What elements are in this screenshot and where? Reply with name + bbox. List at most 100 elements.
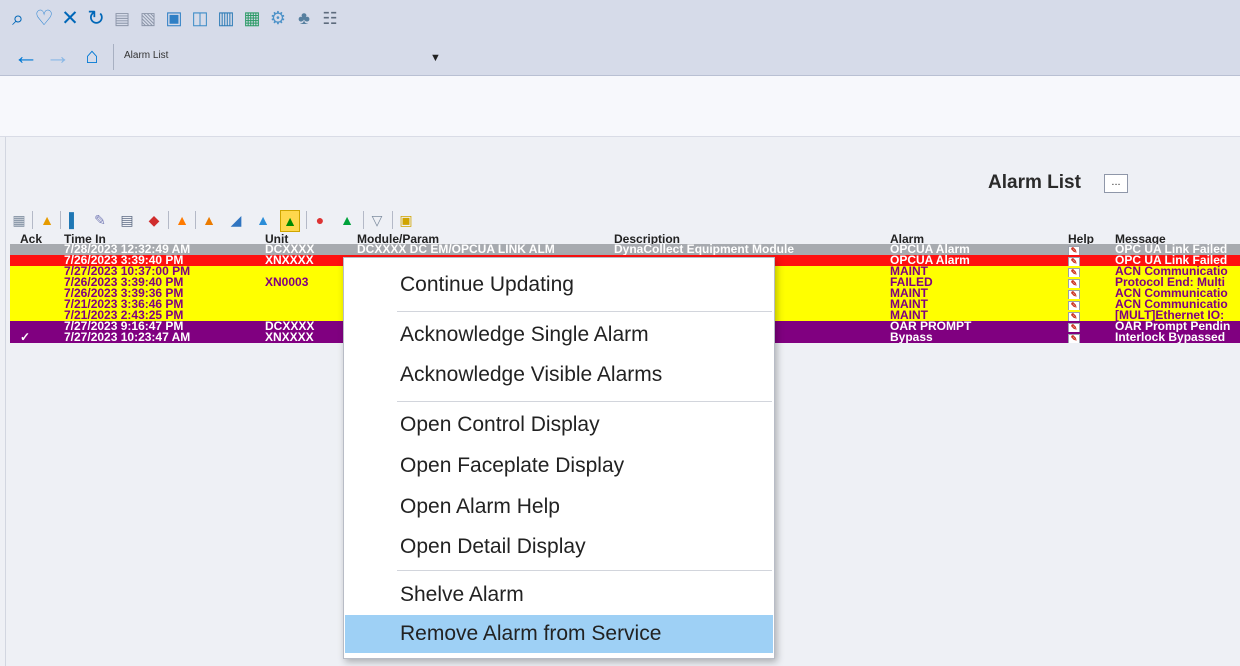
time-cell: 7/21/2023 3:36:46 PM: [64, 299, 184, 310]
ack-cell: [20, 321, 45, 332]
unit-cell: XNXXXX: [265, 332, 314, 343]
module-cell: DCXXXX DC EM/OPCUA LINK ALM: [357, 244, 555, 255]
time-cell: 7/28/2023 12:32:49 AM: [64, 244, 191, 255]
ack-cell: [20, 310, 45, 321]
navigation-dropdown-arrow[interactable]: ▼: [430, 52, 441, 64]
unit-cell: [265, 310, 345, 321]
ack-checkmark-icon: ✓: [20, 332, 31, 343]
edit-icon[interactable]: ✎: [91, 210, 109, 230]
time-cell: 7/27/2023 10:23:47 AM: [64, 332, 191, 343]
alarm-pair-icon[interactable]: ◆: [145, 210, 163, 230]
help-icon[interactable]: ✎: [1068, 321, 1113, 332]
alarm-cell: MAINT: [890, 266, 928, 277]
heartbeat-icon[interactable]: ♡: [31, 5, 57, 31]
ack-cell: [20, 255, 45, 266]
alarm-multicolor-icon[interactable]: ●: [311, 210, 329, 230]
chart-icon[interactable]: ▧: [135, 5, 161, 31]
description-cell: DynaCollect Equipment Module: [614, 244, 795, 255]
menu-acknowledge-single-alarm[interactable]: Acknowledge Single Alarm: [345, 316, 773, 354]
bars-icon[interactable]: ▌: [65, 210, 83, 230]
message-cell: OAR Prompt Pendin: [1115, 321, 1231, 332]
alarm-cell: OPCUA Alarm: [890, 244, 970, 255]
help-icon[interactable]: ✎: [1068, 310, 1113, 321]
unit-cell: [265, 266, 345, 277]
help-icon[interactable]: ✎: [1068, 277, 1113, 288]
unit-cell: DCXXXX: [265, 244, 315, 255]
alarm-cell: Bypass: [890, 332, 933, 343]
time-cell: 7/26/2023 3:39:40 PM: [64, 255, 184, 266]
help-icon[interactable]: ✎: [1068, 266, 1113, 277]
menu-remove-alarm-from-service[interactable]: Remove Alarm from Service: [345, 615, 773, 653]
bell-icon[interactable]: ▲: [38, 210, 56, 230]
alarm-cell: FAILED: [890, 277, 933, 288]
list-icon[interactable]: ▦: [239, 5, 265, 31]
help-icon[interactable]: ✎: [1068, 255, 1113, 266]
time-cell: 7/26/2023 3:39:36 PM: [64, 288, 184, 299]
alarm-red-icon[interactable]: ▲: [200, 210, 218, 230]
grid-icon[interactable]: ▦: [10, 210, 28, 230]
ack-cell: [20, 277, 45, 288]
message-cell: Interlock Bypassed: [1115, 332, 1226, 343]
menu-acknowledge-visible-alarms[interactable]: Acknowledge Visible Alarms: [345, 356, 773, 394]
message-cell: ACN Communicatio: [1115, 288, 1228, 299]
ack-cell: [20, 288, 45, 299]
alarm-blue-icon[interactable]: ◢: [227, 210, 245, 230]
time-cell: 7/26/2023 3:39:40 PM: [64, 277, 184, 288]
network-icon[interactable]: ◫: [187, 5, 213, 31]
tools-icon[interactable]: ✕: [57, 5, 83, 31]
navigation-title: Alarm List: [124, 50, 169, 61]
help-icon[interactable]: ✎: [1068, 244, 1113, 255]
alarm-green-icon[interactable]: ▲: [338, 210, 356, 230]
message-cell: Protocol End: Multi: [1115, 277, 1225, 288]
message-cell: OPC UA Link Failed: [1115, 244, 1228, 255]
menu-continue-updating[interactable]: Continue Updating: [345, 266, 773, 304]
document-icon[interactable]: ▤: [118, 210, 136, 230]
navigation-bar: [0, 38, 1240, 76]
context-menu: Continue Updating Acknowledge Single Ala…: [343, 257, 775, 659]
menu-open-alarm-help[interactable]: Open Alarm Help: [345, 488, 773, 526]
alarm-single-icon[interactable]: ▲: [173, 210, 191, 230]
forward-arrow-icon[interactable]: →: [45, 43, 71, 68]
home-icon[interactable]: ⌂: [79, 44, 105, 68]
help-icon[interactable]: ✎: [1068, 288, 1113, 299]
title-options-button[interactable]: ...: [1104, 174, 1128, 193]
time-cell: 7/27/2023 9:16:47 PM: [64, 321, 184, 332]
plant-icon[interactable]: ♣: [291, 5, 317, 31]
config-icon[interactable]: ▣: [397, 210, 415, 230]
unit-cell: XN0003: [265, 277, 309, 288]
page-title: Alarm List: [988, 172, 1081, 193]
menu-open-faceplate-display[interactable]: Open Faceplate Display: [345, 447, 773, 485]
navigation-separator: [113, 44, 114, 70]
menu-open-control-display[interactable]: Open Control Display: [345, 406, 773, 444]
alarm-cell: MAINT: [890, 299, 928, 310]
menu-open-detail-display[interactable]: Open Detail Display: [345, 528, 773, 566]
message-cell: OPC UA Link Failed: [1115, 255, 1228, 266]
alarm-active-icon[interactable]: ▲: [280, 210, 300, 232]
alarm-list-icon[interactable]: ☷: [317, 5, 343, 31]
alarm-cell: OPCUA Alarm: [890, 255, 970, 266]
monitor-icon[interactable]: ▣: [161, 5, 187, 31]
help-icon[interactable]: ✎: [1068, 332, 1113, 343]
menu-separator: [397, 311, 772, 312]
back-arrow-icon[interactable]: ←: [13, 43, 39, 68]
message-cell: ACN Communicatio: [1115, 299, 1228, 310]
time-cell: 7/21/2023 2:43:25 PM: [64, 310, 184, 321]
refresh-icon[interactable]: ↻: [83, 5, 109, 31]
unit-cell: [265, 299, 345, 310]
filter-icon[interactable]: ▽: [368, 210, 386, 230]
alarm-cell: OAR PROMPT: [890, 321, 972, 332]
alarm-cell: MAINT: [890, 310, 928, 321]
search-icon[interactable]: ⌕: [5, 5, 31, 31]
alarm-yellow-icon[interactable]: ▲: [254, 210, 272, 230]
unit-cell: XNXXXX: [265, 255, 314, 266]
alarm-toolbar: ▦ ▲ ▌ ✎ ▤ ◆ ▲ ▲ ◢ ▲ ▲ ● ▲ ▽ ▣: [10, 208, 570, 232]
document-icon[interactable]: ▤: [109, 5, 135, 31]
ack-cell: [20, 244, 45, 255]
settings-icon[interactable]: ⚙: [265, 5, 291, 31]
hierarchy-icon[interactable]: ▥: [213, 5, 239, 31]
unit-cell: DCXXXX: [265, 321, 315, 332]
ack-cell: [20, 266, 45, 277]
menu-shelve-alarm[interactable]: Shelve Alarm: [345, 576, 773, 614]
help-icon[interactable]: ✎: [1068, 299, 1113, 310]
table-row[interactable]: 7/28/2023 12:32:49 AM DCXXXX DCXXXX DC E…: [10, 244, 1240, 255]
